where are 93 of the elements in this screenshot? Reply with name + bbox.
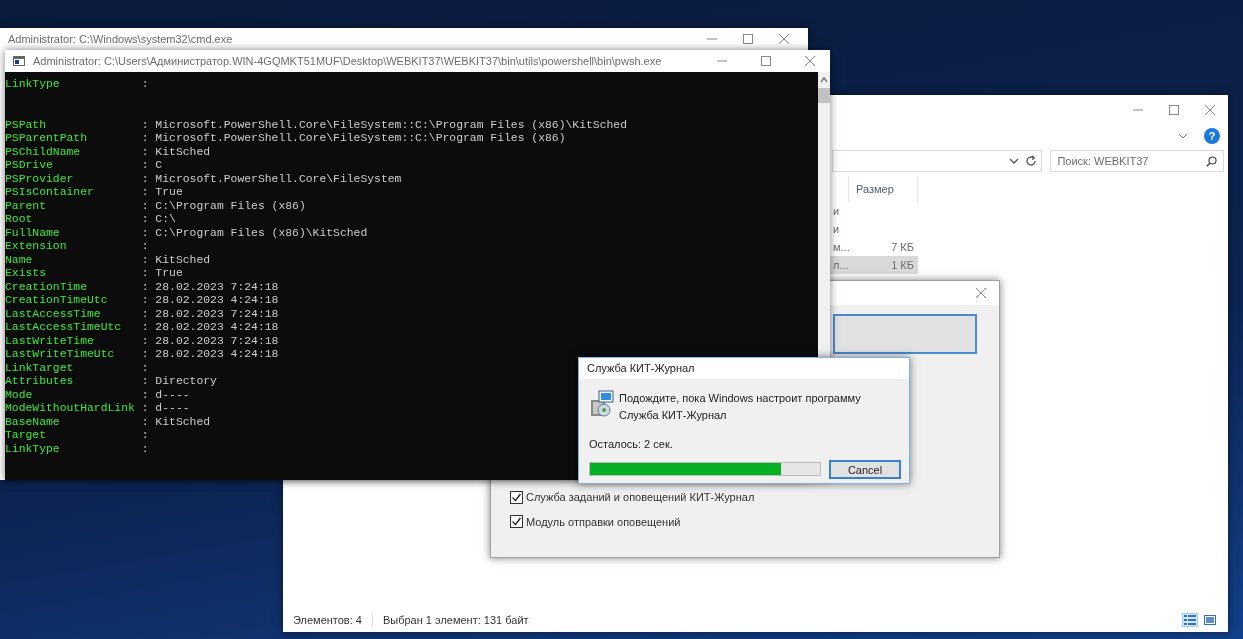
property-name: ModeWithoutHardLink — [5, 402, 136, 416]
file-type-text: м... — [833, 240, 850, 253]
file-type-text: л... — [833, 258, 849, 271]
property-name: Exists — [5, 267, 47, 281]
item-count-text: Элементов: 4 — [293, 612, 362, 628]
console-app-icon — [13, 56, 25, 66]
property-value: : KitSched — [141, 145, 211, 158]
refresh-icon[interactable] — [1025, 155, 1038, 167]
option-label: Служба заданий и оповещений КИТ-Журнал — [526, 490, 755, 505]
property-name: PSProvider — [5, 172, 75, 186]
property-value: : Microsoft.PowerShell.Core\FileSystem::C:\Program Files (x86)\KitSched — [141, 118, 628, 131]
property-name: LastWriteTimeUtc — [5, 348, 116, 362]
file-size-text: 1 КБ — [891, 258, 914, 271]
chevron-down-icon[interactable] — [1178, 133, 1188, 139]
help-button[interactable]: ? — [1204, 128, 1220, 144]
property-name: PSIsContainer — [5, 186, 95, 200]
property-name: PSChildName — [5, 145, 82, 159]
property-value: : — [141, 361, 149, 374]
selected-panel[interactable] — [833, 314, 977, 354]
dialog-message: Подождите, пока Windows настроит программу Служба КИТ-Журнал — [619, 391, 862, 423]
scroll-up-icon[interactable] — [820, 76, 828, 84]
close-icon[interactable] — [805, 56, 815, 66]
file-row[interactable]: л... 1 КБ — [830, 256, 918, 274]
property-value: : Directory — [141, 375, 217, 387]
property-value: : 28.02.2023 7:24:18 — [141, 334, 279, 347]
property-name: LastAccessTimeUtc — [5, 321, 123, 335]
property-value: : 28.02.2023 4:24:18 — [141, 321, 279, 333]
property-name: PSDrive — [5, 159, 54, 173]
property-value: : d---- — [141, 388, 190, 401]
property-name: Root — [5, 213, 34, 227]
window-title: Служба КИТ-Журнал — [587, 361, 695, 377]
checkbox[interactable] — [510, 490, 523, 504]
maximize-icon[interactable] — [743, 34, 753, 44]
close-icon[interactable] — [976, 288, 986, 298]
window-title: Administrator: C:\Windows\system32\cmd.exe — [8, 31, 234, 47]
maximize-icon[interactable] — [761, 56, 771, 66]
property-name: LastAccessTime — [5, 307, 102, 321]
property-value: : True — [141, 267, 183, 279]
property-value: : 28.02.2023 4:24:18 — [141, 294, 279, 306]
property-name: BaseName — [5, 415, 61, 429]
file-row[interactable]: и — [830, 220, 918, 238]
property-name: LinkType — [5, 78, 61, 92]
close-icon[interactable] — [1205, 105, 1215, 115]
property-name: LastWriteTime — [5, 334, 95, 348]
property-value: : KitSched — [141, 415, 211, 428]
property-name: CreationTimeUtc — [5, 294, 109, 308]
file-size-text: 7 КБ — [891, 240, 914, 253]
cancel-button[interactable]: Cancel — [829, 459, 901, 479]
property-name: Mode — [5, 388, 34, 402]
property-value: : C:\Program Files (x86) — [141, 199, 306, 212]
property-value: : — [141, 442, 149, 455]
file-type-text: и — [833, 204, 840, 217]
scrollbar-thumb[interactable] — [818, 88, 830, 103]
details-view-icon[interactable] — [1184, 614, 1196, 626]
installer-icon — [589, 390, 615, 418]
property-name: PSParentPath — [5, 132, 89, 146]
selection-info-text: Выбран 1 элемент: 131 байт — [382, 612, 529, 628]
property-value: : 28.02.2023 4:24:18 — [141, 348, 279, 360]
property-value: : — [141, 78, 149, 90]
search-field[interactable]: Поиск: WEBKIT37 — [1050, 150, 1225, 172]
checkbox[interactable] — [510, 515, 523, 529]
remaining-time-text: Осталось: 2 сек. — [588, 437, 674, 452]
property-value: : KitSched — [141, 253, 211, 266]
file-row[interactable]: и — [830, 202, 918, 220]
property-name: LinkTarget — [5, 361, 75, 375]
property-name: FullName — [5, 226, 61, 240]
file-row[interactable]: м... 7 КБ — [830, 238, 918, 256]
property-value: : — [141, 429, 149, 441]
close-icon[interactable] — [779, 34, 789, 44]
property-value: : C:\Program Files (x86)\KitSched — [141, 226, 368, 239]
property-name: LinkType — [5, 442, 61, 456]
property-value: : Microsoft.PowerShell.Core\FileSystem::C:\Program Files (x86) — [141, 132, 566, 144]
maximize-icon[interactable] — [1169, 105, 1179, 115]
property-name: Name — [5, 253, 34, 267]
property-value: : Microsoft.PowerShell.Core\FileSystem — [141, 172, 402, 185]
property-name: Extension — [5, 240, 68, 254]
property-name: CreationTime — [5, 280, 89, 294]
property-value: : True — [141, 186, 183, 198]
thumbnails-view-icon[interactable] — [1204, 614, 1216, 626]
option-label: Модуль отправки оповещений — [526, 514, 681, 530]
property-value: : — [141, 240, 149, 252]
property-value: : C — [141, 159, 163, 171]
property-name: PSPath — [5, 118, 47, 132]
property-value: : d---- — [141, 402, 190, 414]
property-value: : 28.02.2023 7:24:18 — [141, 280, 279, 293]
file-type-text: и — [833, 222, 840, 235]
column-header[interactable]: Размер — [848, 176, 918, 202]
window-title: Administrator: C:\Users\Администратор.WIN-4GQMKT51MUF\Desktop\WEBKIT37\WEBKIT37\bin\utils\powershell\bin\pwsh.exe — [33, 53, 663, 69]
property-name: Attributes — [5, 375, 75, 389]
property-value: : C:\ — [141, 213, 176, 225]
property-value: : 28.02.2023 7:24:18 — [141, 307, 279, 320]
property-name: Target — [5, 429, 47, 443]
property-name: Parent — [5, 199, 47, 213]
